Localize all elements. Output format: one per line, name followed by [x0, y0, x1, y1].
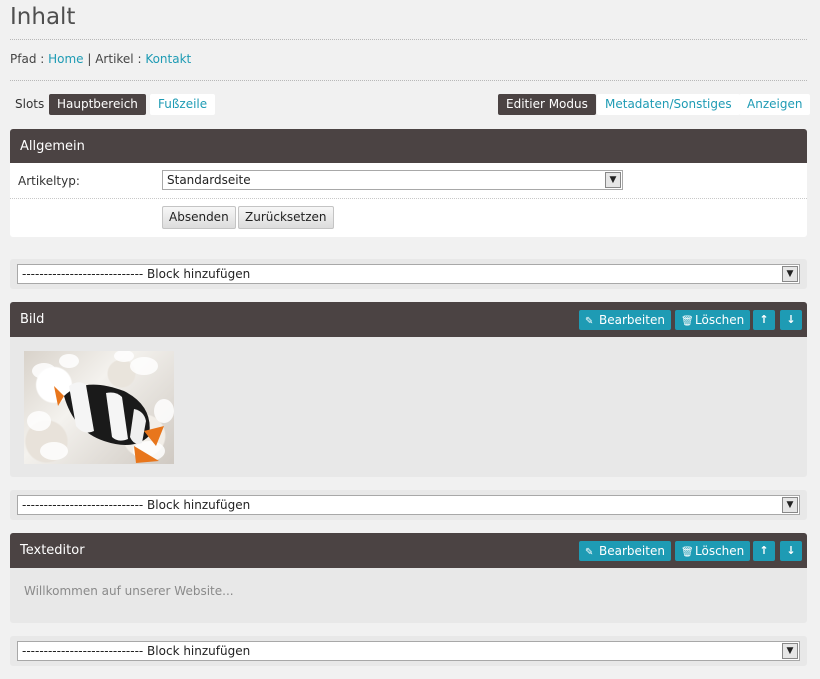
arrow-down-icon: ↓: [786, 544, 796, 557]
delete-label: Löschen: [695, 313, 745, 327]
arrow-down-icon: ↓: [786, 313, 796, 326]
add-block-select[interactable]: ---------------------------- Block hinzu…: [17, 264, 800, 284]
add-block-label: ---------------------------- Block hinzu…: [22, 498, 251, 512]
edit-label: Bearbeiten: [599, 313, 665, 327]
block-texteditor-title: Texteditor: [20, 543, 85, 558]
clownfish-image: [24, 351, 174, 464]
mode-tab-metadaten[interactable]: Metadaten/Sonstiges: [597, 94, 740, 115]
slot-tab-hauptbereich[interactable]: Hauptbereich: [49, 94, 146, 115]
breadcrumb-artikel-label: Artikel :: [95, 52, 146, 66]
artikeltyp-value: Standardseite: [167, 173, 251, 187]
delete-button[interactable]: 🗑Löschen: [675, 310, 751, 330]
add-block-label: ---------------------------- Block hinzu…: [22, 644, 251, 658]
clownfish-illustration: [27, 351, 174, 463]
block-texteditor-header: Texteditor ✎ Bearbeiten 🗑Löschen ↑ ↓: [10, 533, 807, 568]
allgemein-panel: Allgemein Artikeltyp: Standardseite ▼ Ab…: [10, 129, 807, 237]
mode-tab-editier[interactable]: Editier Modus: [498, 94, 596, 115]
add-block-row: ---------------------------- Block hinzu…: [10, 636, 807, 666]
artikeltyp-row: Artikeltyp: Standardseite ▼: [10, 163, 807, 199]
form-actions-row: Absenden Zurücksetzen: [10, 199, 807, 237]
move-up-button[interactable]: ↑: [753, 541, 775, 561]
reset-button[interactable]: Zurücksetzen: [238, 206, 334, 229]
chevron-down-icon: ▼: [782, 266, 798, 282]
mode-tab-anzeigen[interactable]: Anzeigen: [739, 94, 811, 115]
allgemein-header: Allgemein: [10, 129, 807, 163]
add-block-row: ---------------------------- Block hinzu…: [10, 490, 807, 520]
delete-button[interactable]: 🗑Löschen: [675, 541, 751, 561]
arrow-up-icon: ↑: [759, 313, 769, 326]
artikeltyp-label: Artikeltyp:: [18, 174, 80, 188]
submit-button[interactable]: Absenden: [162, 206, 236, 229]
block-bild-header: Bild ✎ Bearbeiten 🗑Löschen ↑ ↓: [10, 302, 807, 337]
add-block-select[interactable]: ---------------------------- Block hinzu…: [17, 495, 800, 515]
page-title: Inhalt: [10, 4, 76, 30]
trash-icon: 🗑: [681, 547, 694, 558]
move-down-button[interactable]: ↓: [780, 541, 802, 561]
slots-label: Slots: [15, 97, 45, 111]
breadcrumb-home-link[interactable]: Home: [48, 52, 83, 66]
pencil-icon: ✎: [585, 547, 594, 558]
texteditor-text: Willkommen auf unserer Website...: [24, 584, 234, 598]
divider: [10, 39, 807, 40]
divider: [10, 80, 807, 81]
slots-toolbar: Slots Hauptbereich Fußzeile Editier Modu…: [10, 94, 811, 115]
block-bild: Bild ✎ Bearbeiten 🗑Löschen ↑ ↓: [10, 302, 807, 477]
arrow-up-icon: ↑: [759, 544, 769, 557]
add-block-select[interactable]: ---------------------------- Block hinzu…: [17, 641, 800, 661]
allgemein-title: Allgemein: [20, 139, 85, 154]
breadcrumb-current-link[interactable]: Kontakt: [145, 52, 191, 66]
breadcrumb-separator: |: [83, 52, 96, 66]
artikeltyp-select[interactable]: Standardseite ▼: [162, 170, 623, 190]
move-down-button[interactable]: ↓: [780, 310, 802, 330]
edit-button[interactable]: ✎ Bearbeiten: [579, 310, 671, 330]
add-block-label: ---------------------------- Block hinzu…: [22, 267, 251, 281]
slot-tab-fusszeile[interactable]: Fußzeile: [150, 94, 216, 115]
add-block-row: ---------------------------- Block hinzu…: [10, 259, 807, 289]
chevron-down-icon: ▼: [605, 172, 621, 188]
breadcrumb: Pfad : Home | Artikel : Kontakt: [10, 52, 191, 66]
breadcrumb-prefix: Pfad :: [10, 52, 49, 66]
move-up-button[interactable]: ↑: [753, 310, 775, 330]
chevron-down-icon: ▼: [782, 643, 798, 659]
block-bild-title: Bild: [20, 312, 45, 327]
trash-icon: 🗑: [681, 316, 694, 327]
pencil-icon: ✎: [585, 316, 594, 327]
edit-label: Bearbeiten: [599, 544, 665, 558]
delete-label: Löschen: [695, 544, 745, 558]
chevron-down-icon: ▼: [782, 497, 798, 513]
block-texteditor: Texteditor ✎ Bearbeiten 🗑Löschen ↑ ↓ Will…: [10, 533, 807, 623]
edit-button[interactable]: ✎ Bearbeiten: [579, 541, 671, 561]
